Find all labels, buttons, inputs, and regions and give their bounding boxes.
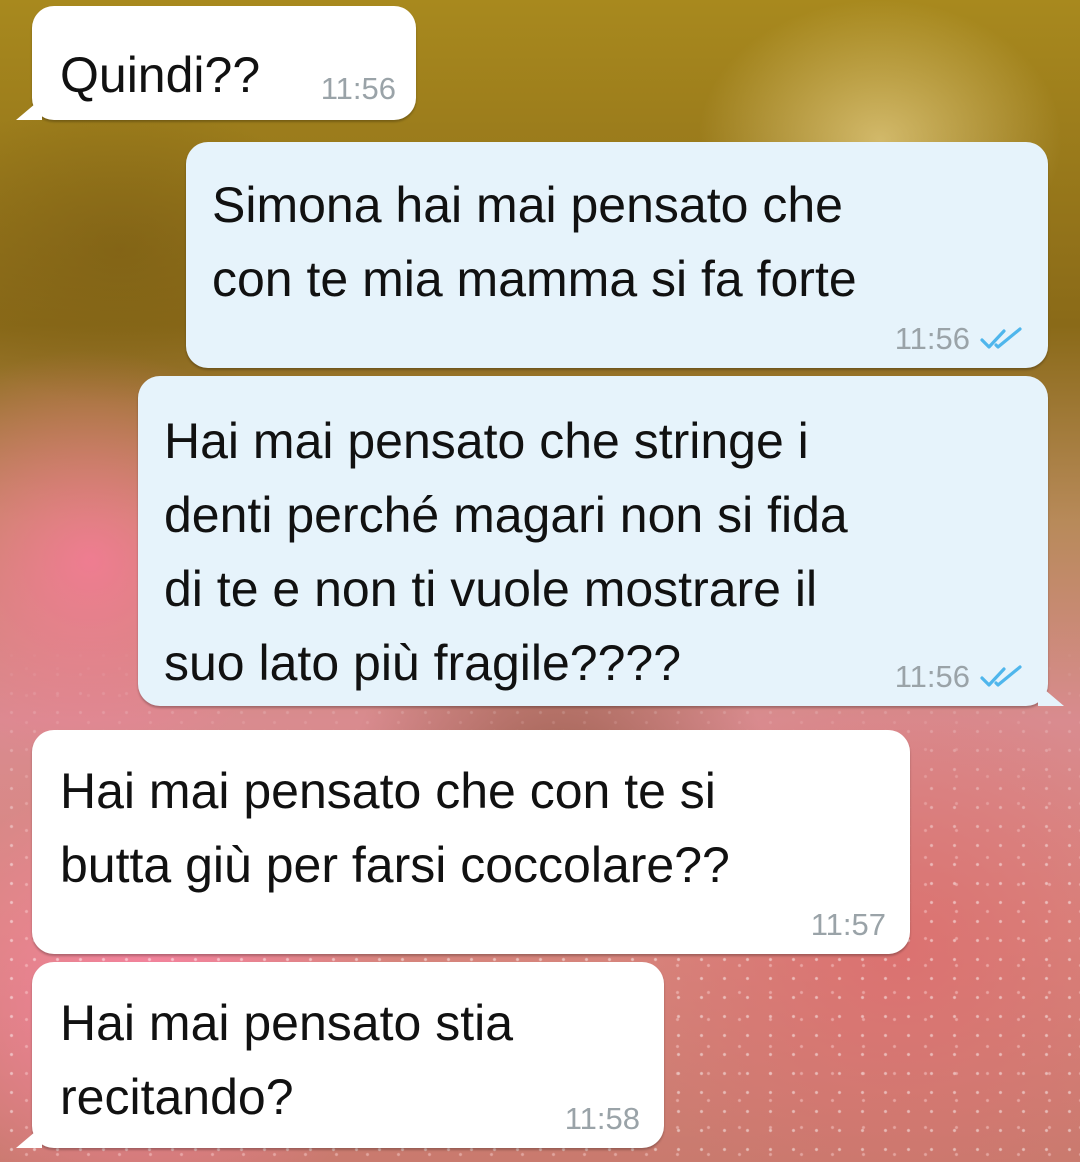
message-meta: 11:56 [895, 322, 1024, 356]
message-meta: 11:57 [811, 908, 886, 942]
message-text: Hai mai pensato che stringe i denti perc… [164, 413, 848, 691]
message-meta: 11:56 [895, 660, 1024, 694]
message-bubble-incoming[interactable]: Hai mai pensato stia recitando? 11:58 [16, 962, 664, 1148]
message-bubble-outgoing[interactable]: Hai mai pensato che stringe i denti perc… [138, 376, 1064, 706]
message-time: 11:57 [810, 907, 886, 942]
double-check-icon [980, 327, 1024, 351]
message-bubble-incoming[interactable]: Hai mai pensato che con te si butta giù … [32, 730, 910, 954]
message-time: 11:56 [320, 71, 396, 106]
message-bubble-incoming[interactable]: Quindi?? 11:56 [16, 6, 416, 120]
message-meta: 11:56 [321, 72, 396, 106]
message-time: 11:58 [564, 1101, 640, 1136]
double-check-icon [980, 665, 1024, 689]
message-bubble-outgoing[interactable]: Simona hai mai pensato che con te mia ma… [186, 142, 1048, 368]
message-text: Hai mai pensato che con te si butta giù … [60, 763, 730, 893]
message-text: Quindi?? [60, 47, 261, 103]
message-text: Hai mai pensato stia recitando? [60, 995, 514, 1125]
message-time: 11:56 [894, 659, 970, 694]
message-meta: 11:58 [565, 1102, 640, 1136]
message-text: Simona hai mai pensato che con te mia ma… [212, 177, 857, 307]
message-time: 11:56 [894, 321, 970, 356]
